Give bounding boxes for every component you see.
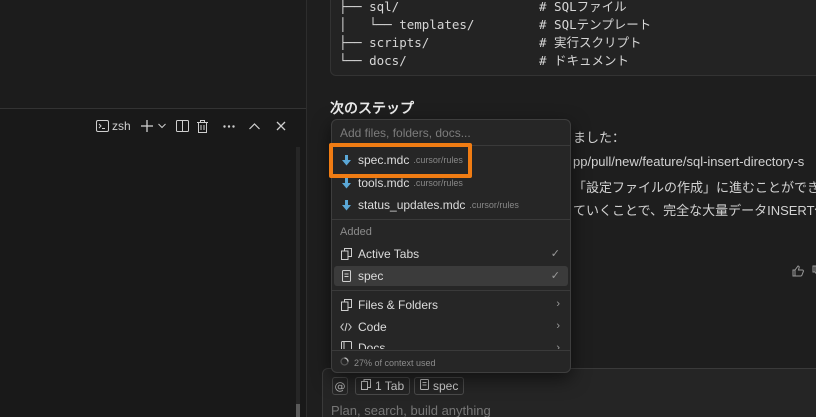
tab-chip-label: 1 Tab: [375, 379, 405, 393]
code-comment: # SQLテンプレート: [539, 17, 652, 32]
check-icon: ✓: [550, 270, 560, 282]
terminal-scrollbar-thumb[interactable]: [296, 404, 300, 417]
editor-area: [0, 0, 306, 108]
popup-file-item[interactable]: status_updates.mdc .cursor/rules: [334, 195, 568, 215]
progress-ring-icon: [340, 357, 349, 368]
spec-chip-label: spec: [433, 379, 459, 393]
download-arrow-icon: [340, 177, 352, 189]
file-icon: [340, 270, 352, 282]
terminal-toolbar: zsh: [92, 116, 291, 136]
more-icon[interactable]: [219, 116, 239, 136]
chevron-right-icon: ›: [556, 342, 560, 349]
copy-icon: [340, 299, 352, 311]
category-label: Docs: [358, 341, 386, 349]
popup-category-item[interactable]: Files & Folders ›: [334, 295, 568, 315]
chat-text-line: ました：: [573, 130, 626, 145]
code-line: │ └── templates/: [339, 17, 475, 32]
popup-divider: [332, 350, 570, 351]
plus-icon[interactable]: [137, 116, 157, 136]
mention-button[interactable]: @: [332, 377, 348, 395]
popup-added-item[interactable]: Active Tabs ✓: [334, 244, 568, 264]
chat-text-line: ていくことで、完全な大量データINSERT仕: [573, 203, 816, 218]
code-line: └── docs/: [339, 53, 407, 68]
context-usage-label: 27% of context used: [354, 357, 436, 368]
chevron-up-icon[interactable]: [245, 116, 265, 136]
download-arrow-icon: [340, 199, 352, 211]
context-usage: 27% of context used: [340, 357, 436, 368]
code-icon: [340, 321, 352, 333]
thumbs-down-icon[interactable]: [812, 262, 816, 275]
file-name: status_updates.mdc: [358, 198, 466, 212]
annotation-highlight-box: [329, 143, 472, 178]
file-icon: [420, 379, 429, 393]
chat-text-line: 「設定ファイルの作成」に進むことができま: [573, 180, 816, 195]
chat-link-line[interactable]: pp/pull/new/feature/sql-insert-directory…: [573, 154, 804, 169]
terminal-icon: [92, 116, 112, 136]
added-item-label: spec: [358, 269, 384, 283]
close-icon[interactable]: [271, 116, 291, 136]
code-line: ├── scripts/: [339, 35, 430, 50]
terminal-shell-label: zsh: [112, 119, 131, 133]
file-path: .cursor/rules: [469, 200, 519, 210]
feedback-controls: [792, 262, 816, 277]
composer-input[interactable]: Plan, search, build anything: [331, 403, 491, 417]
check-icon: ✓: [550, 248, 560, 260]
terminal-shell-tab[interactable]: zsh: [92, 116, 131, 136]
trash-icon[interactable]: [193, 116, 213, 136]
popup-added-item[interactable]: spec ✓: [334, 266, 568, 286]
code-line: ├── sql/: [339, 0, 400, 14]
added-section-label: Added: [340, 226, 372, 238]
terminal-scrollbar-track[interactable]: [296, 147, 300, 417]
terminal-panel[interactable]: [0, 109, 306, 417]
popup-search-input[interactable]: Add files, folders, docs...: [340, 126, 471, 140]
file-path: .cursor/rules: [413, 178, 463, 188]
spec-context-chip[interactable]: spec: [414, 377, 465, 395]
tab-context-chip[interactable]: 1 Tab: [355, 377, 411, 395]
category-label: Code: [358, 320, 387, 334]
copy-icon: [340, 248, 352, 260]
popup-category-item[interactable]: Code ›: [334, 317, 568, 337]
copy-icon: [361, 379, 371, 393]
category-label: Files & Folders: [358, 298, 439, 312]
code-comment: # ドキュメント: [539, 53, 630, 68]
code-comment: # 実行スクリプト: [539, 35, 642, 50]
thumbs-up-icon[interactable]: [792, 262, 804, 277]
chevron-right-icon: ›: [556, 298, 560, 310]
file-name: tools.mdc: [358, 176, 410, 190]
chevron-down-icon[interactable]: [157, 116, 167, 136]
popup-category-item[interactable]: Docs ›: [334, 339, 568, 349]
code-comment: # SQLファイル: [539, 0, 627, 14]
chevron-right-icon: ›: [556, 320, 560, 332]
popup-divider: [332, 290, 570, 291]
added-item-label: Active Tabs: [358, 247, 420, 261]
split-terminal-icon[interactable]: [173, 116, 193, 136]
book-icon: [340, 341, 352, 349]
section-heading: 次のステップ: [330, 100, 414, 116]
popup-divider: [332, 219, 570, 220]
